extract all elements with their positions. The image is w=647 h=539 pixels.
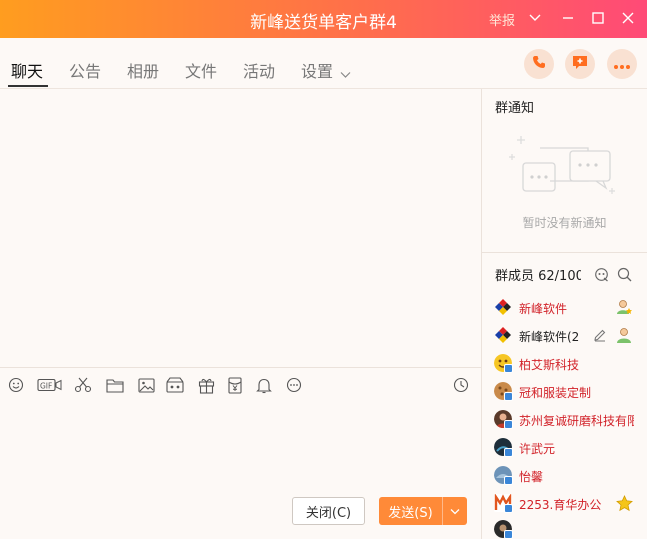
online-badge: [504, 448, 513, 457]
group-notice-title: 群通知: [495, 101, 535, 116]
member-item[interactable]: 柏艾斯科技: [494, 351, 644, 373]
panel-divider: [481, 89, 482, 539]
bell-icon[interactable]: [255, 376, 273, 394]
tab-settings[interactable]: 设置: [301, 58, 333, 82]
video-icon[interactable]: [166, 376, 184, 394]
more-circle-icon[interactable]: [285, 376, 303, 394]
minimize-button[interactable]: [557, 7, 579, 29]
member-item[interactable]: 2253.育华办公: [494, 491, 644, 513]
chevron-down-icon[interactable]: [340, 64, 351, 83]
active-tab-indicator: [8, 85, 48, 87]
empty-notice-text: 暂时没有新通知: [522, 216, 607, 230]
image-icon[interactable]: [137, 376, 155, 394]
tab-files[interactable]: 文件: [185, 58, 217, 82]
member-item[interactable]: 苏州复诚研磨科技有限: [494, 407, 644, 429]
title-bar: 新峰送货单客户群4 举报: [0, 0, 647, 38]
member-name: 柏艾斯科技: [519, 358, 580, 372]
members-title: 群成员 62/100: [495, 269, 581, 284]
window-title: 新峰送货单客户群4: [250, 13, 397, 33]
member-item[interactable]: [494, 517, 644, 539]
report-link[interactable]: 举报: [489, 10, 515, 29]
tab-activity[interactable]: 活动: [243, 58, 275, 82]
member-name: 苏州复诚研磨科技有限: [519, 414, 634, 428]
message-list[interactable]: [0, 89, 481, 367]
edit-pencil-icon[interactable]: [591, 326, 609, 344]
more-options-button[interactable]: [607, 49, 637, 79]
folder-icon[interactable]: [106, 376, 124, 394]
input-divider: [0, 367, 481, 368]
online-badge: [504, 392, 513, 401]
member-item[interactable]: 新峰软件(2: [494, 323, 644, 345]
online-badge: [504, 530, 513, 539]
admin-icon: [615, 326, 633, 344]
member-item[interactable]: 冠和服装定制: [494, 379, 644, 401]
avatar: [494, 326, 512, 344]
search-icon[interactable]: [616, 266, 632, 282]
avatar: [494, 298, 512, 316]
tab-album[interactable]: 相册: [127, 58, 159, 82]
call-button[interactable]: [524, 49, 554, 79]
online-badge: [504, 504, 513, 513]
member-name: 2253.育华办公: [519, 498, 602, 512]
member-settings-icon[interactable]: [593, 266, 609, 282]
tab-chat[interactable]: 聊天: [11, 58, 43, 82]
more-icon: [613, 55, 631, 74]
member-item[interactable]: 许武元: [494, 435, 644, 457]
tab-announcement[interactable]: 公告: [69, 58, 101, 82]
side-divider: [482, 252, 647, 253]
maximize-button[interactable]: [587, 7, 609, 29]
message-input[interactable]: [0, 400, 481, 490]
close-window-button[interactable]: [617, 7, 639, 29]
online-badge: [504, 420, 513, 429]
member-item[interactable]: 怡馨: [494, 463, 644, 485]
member-name: 新峰软件(2: [519, 330, 580, 344]
phone-icon: [531, 54, 547, 74]
gif-icon[interactable]: GIF: [37, 376, 63, 394]
star-icon: [615, 494, 633, 512]
member-item[interactable]: 新峰软件: [494, 295, 644, 317]
empty-notice-illustration: [508, 133, 623, 203]
chevron-down-icon[interactable]: [524, 7, 546, 29]
scissors-icon[interactable]: [74, 376, 92, 394]
new-message-button[interactable]: [565, 49, 595, 79]
svg-text:GIF: GIF: [40, 382, 52, 391]
online-badge: [504, 476, 513, 485]
member-name: 冠和服装定制: [519, 386, 592, 400]
send-button-group: 发送(S): [379, 497, 467, 525]
history-clock-icon[interactable]: [452, 376, 470, 394]
tab-bar: 聊天 公告 相册 文件 活动 设置: [0, 38, 647, 89]
online-badge: [504, 364, 513, 373]
close-button[interactable]: 关闭(C): [292, 497, 365, 525]
member-name: 怡馨: [519, 470, 544, 484]
send-button[interactable]: 发送(S): [379, 497, 442, 525]
add-message-icon: [571, 53, 589, 75]
gift-icon[interactable]: [197, 376, 215, 394]
send-options-button[interactable]: [443, 497, 467, 525]
group-owner-icon: [615, 298, 633, 316]
red-packet-icon[interactable]: [226, 376, 244, 394]
member-name: 许武元: [519, 442, 556, 456]
emoji-icon[interactable]: [7, 376, 25, 394]
